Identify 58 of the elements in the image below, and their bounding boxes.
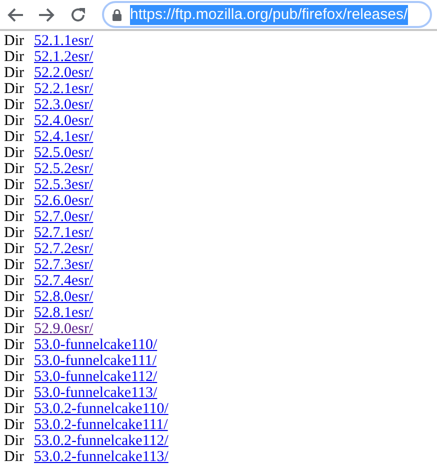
directory-link[interactable]: 52.5.0esr/ — [34, 145, 94, 161]
entry-type: Dir — [3, 209, 25, 225]
directory-link[interactable]: 52.8.1esr/ — [34, 305, 94, 321]
reload-icon[interactable] — [70, 6, 86, 22]
entry-type: Dir — [3, 81, 25, 97]
directory-link[interactable]: 52.7.3esr/ — [34, 257, 94, 273]
directory-link[interactable]: 53.0.2-funnelcake112/ — [34, 433, 168, 449]
entry-type: Dir — [3, 433, 25, 449]
entry-type: Dir — [3, 305, 25, 321]
directory-link[interactable]: 52.8.0esr/ — [34, 289, 94, 305]
entry-type: Dir — [3, 113, 25, 129]
directory-link[interactable]: 53.0-funnelcake112/ — [34, 369, 158, 385]
entry-type: Dir — [3, 369, 25, 385]
forward-arrow-icon[interactable] — [38, 6, 56, 22]
entry-type: Dir — [3, 49, 25, 65]
entry-type: Dir — [3, 129, 25, 145]
entry-type: Dir — [3, 145, 25, 161]
entry-type: Dir — [3, 321, 25, 337]
directory-link[interactable]: 52.4.0esr/ — [34, 113, 94, 129]
entry-type: Dir — [3, 417, 25, 433]
directory-link[interactable]: 52.9.0esr/ — [34, 321, 94, 337]
entry-type: Dir — [3, 177, 25, 193]
back-arrow-icon[interactable] — [6, 6, 24, 22]
entry-type: Dir — [3, 225, 25, 241]
directory-link[interactable]: 53.0-funnelcake110/ — [34, 337, 158, 353]
entry-type: Dir — [3, 257, 25, 273]
directory-link[interactable]: 52.1.1esr/ — [34, 33, 94, 49]
directory-link[interactable]: 52.7.2esr/ — [34, 241, 94, 257]
directory-link[interactable]: 53.0-funnelcake113/ — [34, 385, 158, 401]
entry-type: Dir — [3, 273, 25, 289]
directory-link[interactable]: 52.7.1esr/ — [34, 225, 94, 241]
entry-type: Dir — [3, 449, 25, 465]
directory-link[interactable]: 52.4.1esr/ — [34, 129, 94, 145]
entry-type: Dir — [3, 401, 25, 417]
directory-link[interactable]: 53.0.2-funnelcake111/ — [34, 417, 168, 433]
entry-type: Dir — [3, 353, 25, 369]
directory-link[interactable]: 52.2.0esr/ — [34, 65, 94, 81]
entry-type: Dir — [3, 337, 25, 353]
entry-type: Dir — [3, 161, 25, 177]
entry-type: Dir — [3, 33, 25, 49]
directory-link[interactable]: 52.2.1esr/ — [34, 81, 94, 97]
entry-type: Dir — [3, 97, 25, 113]
lock-icon — [112, 8, 122, 20]
directory-link[interactable]: 53.0.2-funnelcake110/ — [34, 401, 168, 417]
directory-link[interactable]: 52.1.2esr/ — [34, 49, 94, 65]
directory-link[interactable]: 52.7.0esr/ — [34, 209, 94, 225]
directory-link[interactable]: 52.5.2esr/ — [34, 161, 94, 177]
directory-link[interactable]: 52.6.0esr/ — [34, 193, 94, 209]
directory-link[interactable]: 53.0-funnelcake111/ — [34, 353, 157, 369]
entry-type: Dir — [3, 289, 25, 305]
directory-link[interactable]: 53.0.2-funnelcake113/ — [34, 449, 168, 465]
entry-type: Dir — [3, 241, 25, 257]
directory-link[interactable]: 52.5.3esr/ — [34, 177, 94, 193]
entry-type: Dir — [3, 385, 25, 401]
entry-type: Dir — [3, 65, 25, 81]
directory-link[interactable]: 52.3.0esr/ — [34, 97, 94, 113]
directory-link[interactable]: 52.7.4esr/ — [34, 273, 94, 289]
entry-type: Dir — [3, 193, 25, 209]
